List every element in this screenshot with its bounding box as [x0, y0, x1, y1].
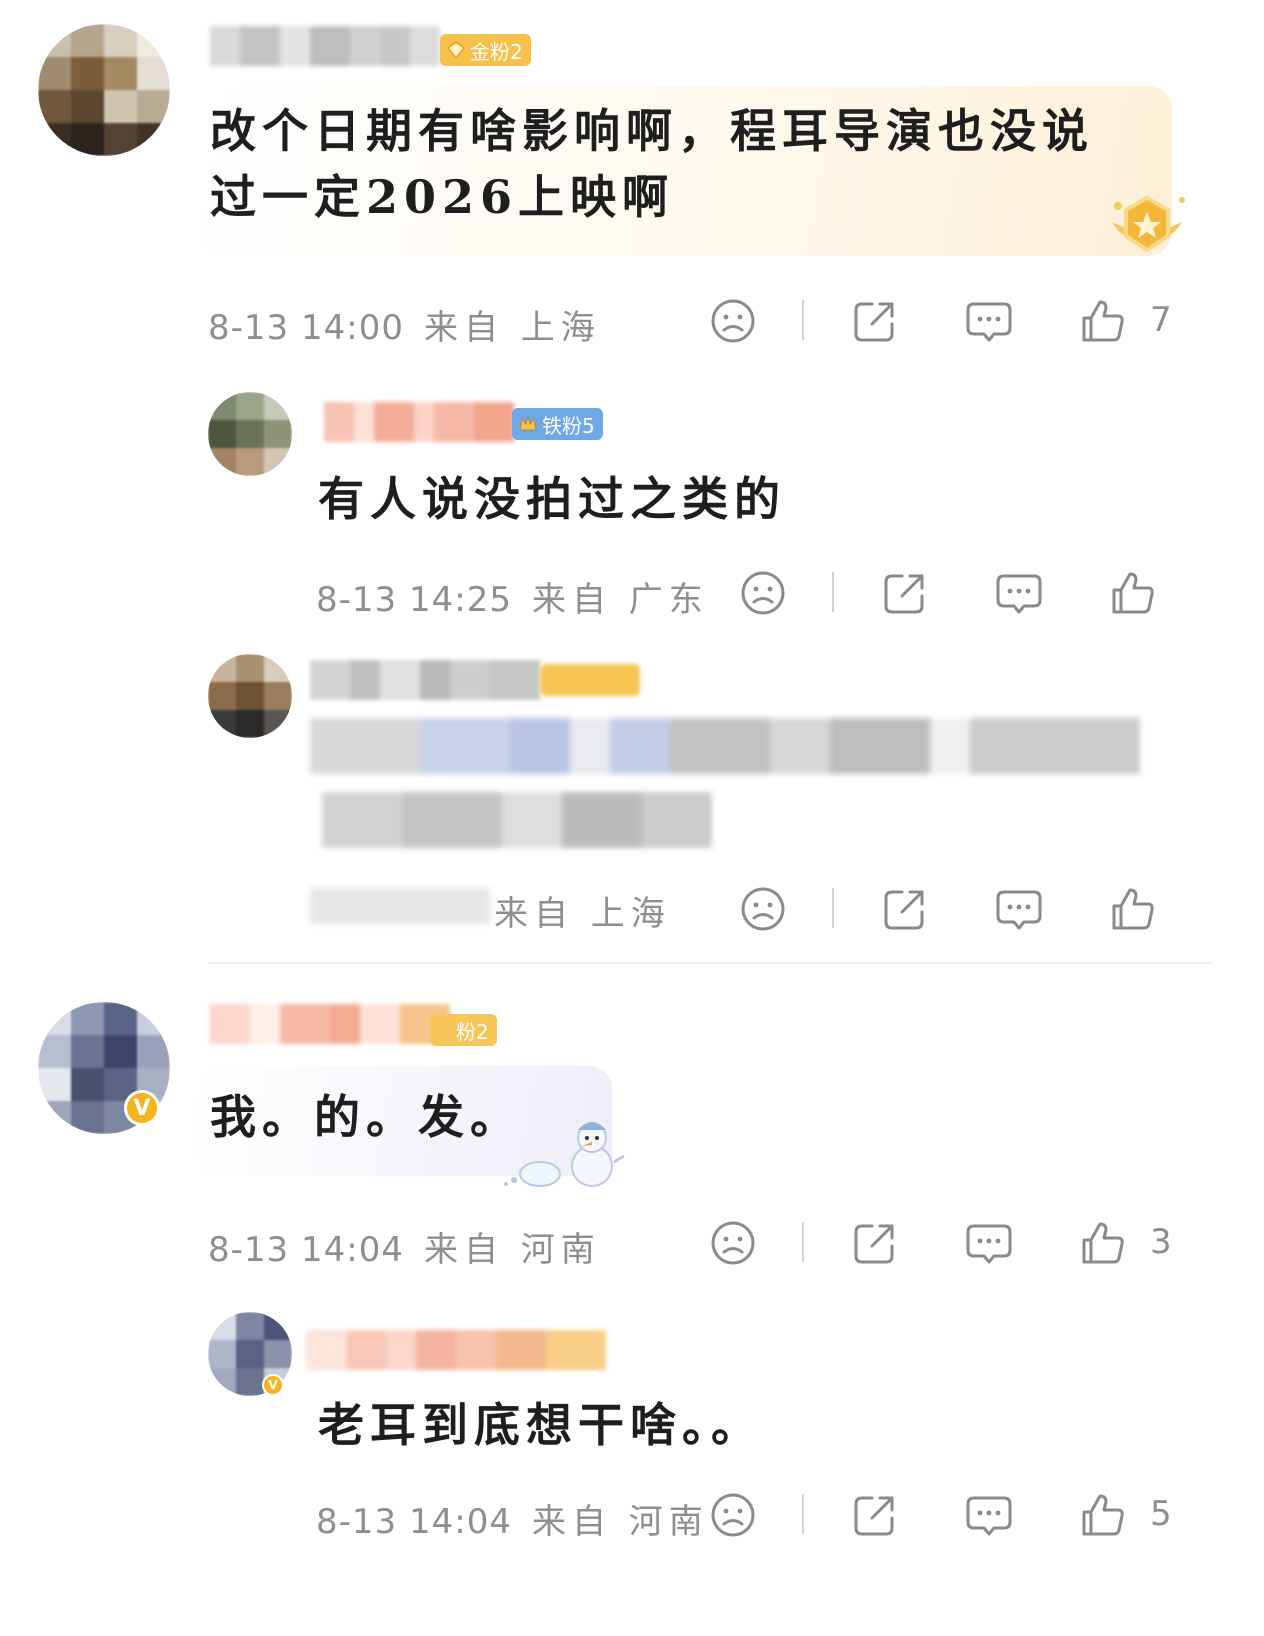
thumbs-up-icon[interactable]: [1108, 884, 1158, 934]
timestamp: 8-13 14:04: [316, 1502, 512, 1542]
fan-badge-label: 铁粉5: [542, 413, 595, 438]
share-icon[interactable]: [880, 884, 930, 934]
comment-text-blurred: [310, 718, 1140, 774]
comment-text: 有人说没拍过之类的: [318, 472, 786, 526]
location: 来自 河南: [423, 1230, 601, 1270]
comment-meta: 8-13 14:25 来自 广东: [316, 572, 709, 621]
snowman-icon: [504, 1122, 625, 1187]
diamond-icon: [446, 41, 466, 60]
fan-badge-label: 粉2: [456, 1019, 489, 1044]
comment-text-blurred-line2: [322, 792, 712, 848]
location: 来自 上海: [494, 894, 671, 934]
username-blurred[interactable]: [310, 660, 540, 700]
comment-text: 老耳到底想干啥。。: [318, 1398, 763, 1452]
verified-v-icon: V: [262, 1374, 284, 1396]
share-icon[interactable]: [850, 296, 900, 346]
comment-text: 改个日期有啥影响啊，程耳导演也没说过一定2026上映啊: [210, 104, 1094, 224]
sad-face-icon[interactable]: [708, 296, 758, 346]
sad-face-icon[interactable]: [738, 568, 788, 618]
thumbs-up-icon[interactable]: [1078, 1490, 1128, 1540]
comment-meta: 8-13 14:04 来自 河南: [208, 1222, 601, 1271]
location: 来自 河南: [531, 1502, 709, 1542]
timestamp: 8-13 14:04: [208, 1230, 404, 1270]
timestamp-blurred: [310, 888, 490, 924]
like-count: 7: [1150, 300, 1172, 340]
comment-meta: 8-13 14:00 来自 上海: [208, 300, 601, 349]
share-icon[interactable]: [850, 1490, 900, 1540]
timestamp: 8-13 14:00: [208, 308, 404, 348]
username-blurred[interactable]: [324, 402, 514, 442]
username-blurred[interactable]: [210, 26, 440, 66]
comment-icon[interactable]: [964, 1490, 1014, 1540]
avatar[interactable]: [208, 392, 292, 476]
thumbs-up-icon[interactable]: [1078, 296, 1128, 346]
username-blurred[interactable]: [306, 1330, 606, 1370]
like-count: 3: [1150, 1222, 1172, 1262]
fan-badge[interactable]: 金粉2: [440, 34, 531, 66]
thumbs-up-icon[interactable]: [1078, 1218, 1128, 1268]
medal-icon: [1112, 195, 1185, 253]
comment-icon[interactable]: [994, 568, 1044, 618]
fan-badge[interactable]: 粉2: [430, 1014, 497, 1046]
thread-divider: [208, 962, 1212, 964]
location: 来自 广东: [531, 580, 709, 620]
fan-badge-label: 金粉2: [470, 39, 523, 64]
location: 来自 上海: [423, 308, 601, 348]
action-separator: [802, 1222, 804, 1262]
action-separator: [802, 1494, 804, 1534]
username-blurred[interactable]: [210, 1004, 450, 1044]
sad-face-icon[interactable]: [708, 1218, 758, 1268]
share-icon[interactable]: [880, 568, 930, 618]
action-separator: [802, 300, 804, 340]
verified-v-icon: V: [124, 1090, 160, 1126]
avatar[interactable]: [38, 24, 170, 156]
comment-icon[interactable]: [994, 884, 1044, 934]
fan-badge[interactable]: 铁粉5: [512, 408, 603, 440]
avatar[interactable]: [208, 654, 292, 738]
share-icon[interactable]: [850, 1218, 900, 1268]
comment-meta: 来自 上海: [494, 886, 671, 935]
sad-face-icon[interactable]: [708, 1490, 758, 1540]
comment-meta: 8-13 14:04 来自 河南: [316, 1494, 709, 1543]
thumbs-up-icon[interactable]: [1108, 568, 1158, 618]
comment-icon[interactable]: [964, 296, 1014, 346]
timestamp: 8-13 14:25: [316, 580, 512, 620]
fan-badge-blurred[interactable]: [540, 664, 640, 696]
action-separator: [832, 572, 834, 612]
action-separator: [832, 888, 834, 928]
like-count: 5: [1150, 1494, 1172, 1534]
comment-icon[interactable]: [964, 1218, 1014, 1268]
sad-face-icon[interactable]: [738, 884, 788, 934]
crown-icon: [519, 415, 537, 431]
